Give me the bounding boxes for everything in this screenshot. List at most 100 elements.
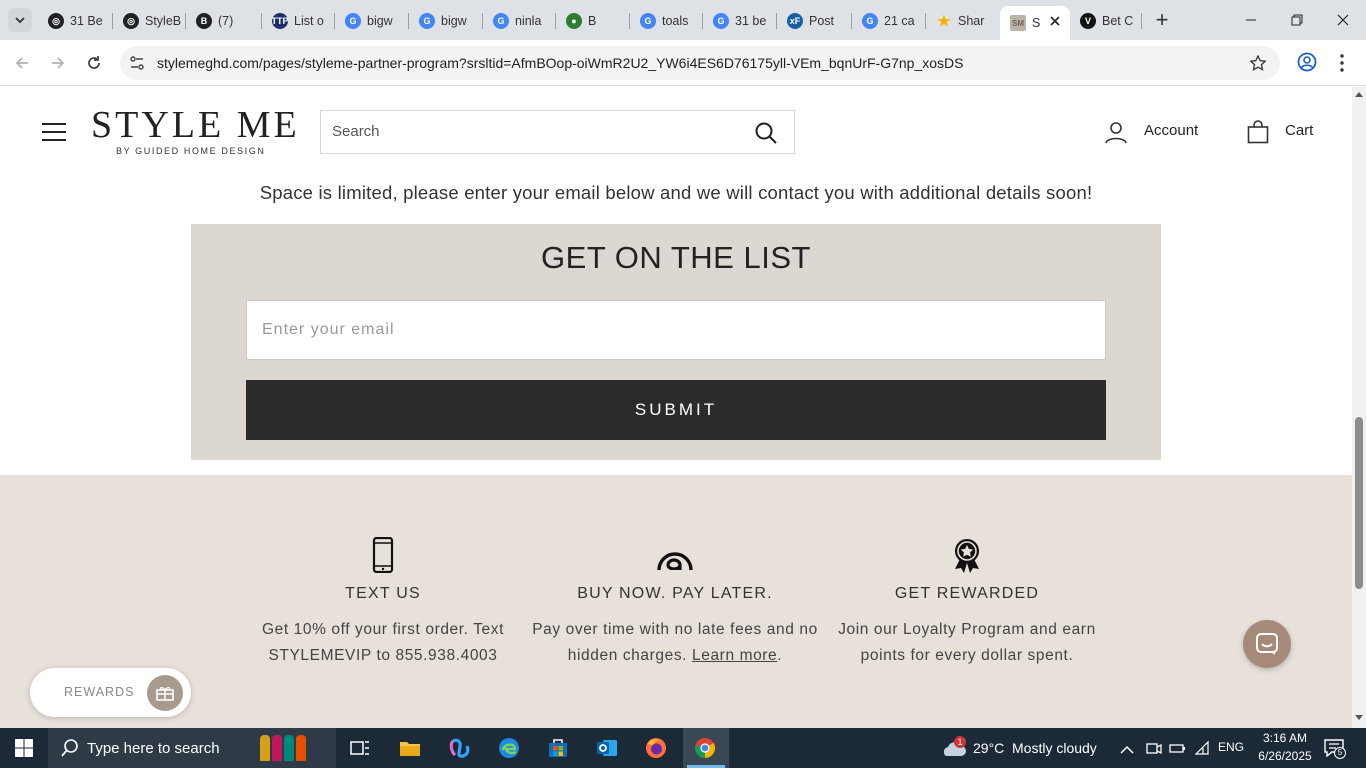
tab-favicon-icon: G [713, 13, 729, 29]
browser-tab[interactable]: G 31 be [703, 8, 777, 34]
chevron-up-icon [1120, 745, 1134, 754]
tab-title: StyleB [145, 14, 182, 28]
gift-icon [156, 687, 174, 701]
scroll-down-icon[interactable] [1355, 715, 1363, 721]
email-field[interactable] [246, 300, 1106, 360]
browser-tab[interactable]: Gbigw [335, 8, 409, 34]
menu-button[interactable] [42, 123, 66, 146]
search-icon[interactable] [754, 121, 778, 145]
account-label[interactable]: Account [1144, 122, 1198, 139]
tab-title: 21 ca [884, 14, 915, 28]
meet-now-button[interactable] [1146, 740, 1162, 761]
browser-menu-button[interactable] [1334, 53, 1350, 78]
start-button[interactable] [12, 736, 36, 760]
tab-title: bigw [441, 14, 467, 28]
site-info-icon[interactable] [129, 55, 145, 71]
copilot-button[interactable] [448, 736, 472, 760]
tab-favicon-icon: B [196, 13, 212, 29]
url-text[interactable]: stylemeghd.com/pages/styleme-partner-pro… [157, 55, 963, 71]
hamburger-icon [42, 123, 66, 141]
browser-tab[interactable]: xF Post [777, 8, 852, 34]
chrome-icon [695, 738, 716, 759]
close-window-button[interactable] [1320, 0, 1366, 40]
signup-title: GET ON THE LIST [541, 240, 811, 275]
chat-launcher-button[interactable] [1243, 620, 1291, 668]
restore-button[interactable] [1274, 0, 1320, 40]
browser-tab-strip: ◎ 31 Be ◎ StyleB B (7) TTP List o Gbigw Gbigw Gnin… [0, 0, 1366, 40]
learn-more-link[interactable]: Learn more [692, 647, 777, 664]
weather-widget[interactable]: 1 [940, 736, 966, 763]
tab-search-button[interactable] [8, 8, 32, 32]
cart-label[interactable]: Cart [1285, 122, 1313, 139]
clock-date[interactable]: 6/26/2025 [1254, 749, 1316, 763]
browser-tab[interactable]: B (7) [186, 8, 262, 34]
tab-favicon-icon: G [493, 13, 509, 29]
weather-condition[interactable]: Mostly cloudy [1012, 740, 1097, 756]
site-logo[interactable]: STYLE ME [91, 103, 300, 147]
browser-tab[interactable]: Gtoals [630, 8, 703, 34]
bookmark-star-icon[interactable] [1250, 55, 1266, 71]
minimize-button[interactable] [1228, 0, 1274, 40]
notification-center-button[interactable]: 5 [1324, 739, 1346, 762]
restore-icon [1291, 14, 1303, 26]
browser-tab[interactable]: TTP List o [262, 8, 335, 34]
scroll-up-icon[interactable] [1355, 91, 1363, 97]
file-explorer-button[interactable] [398, 736, 422, 760]
tab-title: toals [662, 14, 689, 28]
chrome-button[interactable] [683, 728, 729, 768]
folder-icon [400, 742, 420, 756]
feature-title: GET REWARDED [894, 585, 1040, 602]
cart-link[interactable] [1247, 120, 1269, 149]
clock-time[interactable]: 3:16 AM [1257, 731, 1313, 745]
site-header: STYLE ME BY GUIDED HOME DESIGN Search Ac… [0, 87, 1352, 177]
browser-tab[interactable]: ◎ StyleB [113, 8, 186, 34]
network-button[interactable] [1194, 740, 1212, 761]
windows-taskbar: Type here to search 1 29°C Mostly cloudy [0, 728, 1366, 768]
profile-button[interactable] [1297, 52, 1317, 77]
chevron-down-icon [15, 17, 25, 24]
browser-tab[interactable]: ◎ 31 Be [38, 8, 113, 34]
rewards-widget[interactable]: REWARDS [30, 668, 191, 717]
tray-overflow-button[interactable] [1120, 742, 1134, 760]
tab-favicon-icon: TTP [272, 13, 289, 29]
site-search-box[interactable]: Search [320, 110, 795, 154]
scrollbar-thumb[interactable] [1355, 417, 1363, 589]
new-tab-button[interactable]: + [1150, 7, 1174, 32]
task-view-button[interactable] [348, 736, 372, 760]
page-scrollbar[interactable] [1352, 87, 1366, 728]
tab-title: Post [809, 14, 835, 28]
store-icon [549, 739, 567, 757]
browser-tab[interactable]: G 21 ca [852, 8, 926, 34]
back-button[interactable] [11, 52, 33, 74]
reload-button[interactable] [83, 52, 105, 74]
browser-tab[interactable]: ★ Shar [926, 8, 1000, 34]
submit-button[interactable]: SUBMIT [246, 380, 1106, 440]
address-bar[interactable]: stylemeghd.com/pages/styleme-partner-pro… [120, 46, 1280, 80]
tab-favicon-icon: SM [1010, 15, 1026, 31]
tab-title: Shar [958, 14, 985, 28]
tab-close-icon[interactable] [1050, 15, 1060, 26]
browser-tab[interactable]: V Bet C [1070, 8, 1142, 34]
account-link[interactable] [1104, 120, 1128, 144]
outlook-button[interactable] [595, 736, 619, 760]
browser-tab[interactable]: Gbigw [409, 8, 483, 34]
language-indicator[interactable]: ENG [1218, 740, 1244, 754]
battery-button[interactable] [1169, 740, 1187, 761]
arrow-left-icon [15, 57, 28, 69]
browser-tab[interactable]: Gninla [483, 8, 556, 34]
taskbar-search[interactable]: Type here to search [48, 728, 336, 768]
store-button[interactable] [546, 736, 570, 760]
firefox-button[interactable] [644, 736, 668, 760]
feature-description: Pay over time with no late fees and no h… [530, 617, 820, 668]
tab-favicon-icon: ◎ [123, 13, 139, 29]
browser-tab[interactable]: ● B [556, 8, 630, 34]
weather-temperature[interactable]: 29°C [973, 740, 1004, 756]
tab-favicon-icon: G [640, 13, 656, 29]
tab-favicon-icon: V [1080, 13, 1096, 29]
tab-favicon-icon: ◎ [48, 13, 64, 29]
edge-button[interactable] [497, 736, 521, 760]
browser-tab[interactable]: SM S [1000, 6, 1070, 40]
forward-button[interactable] [47, 52, 69, 74]
tab-favicon-icon: G [345, 13, 361, 29]
search-highlight-image [260, 735, 306, 761]
